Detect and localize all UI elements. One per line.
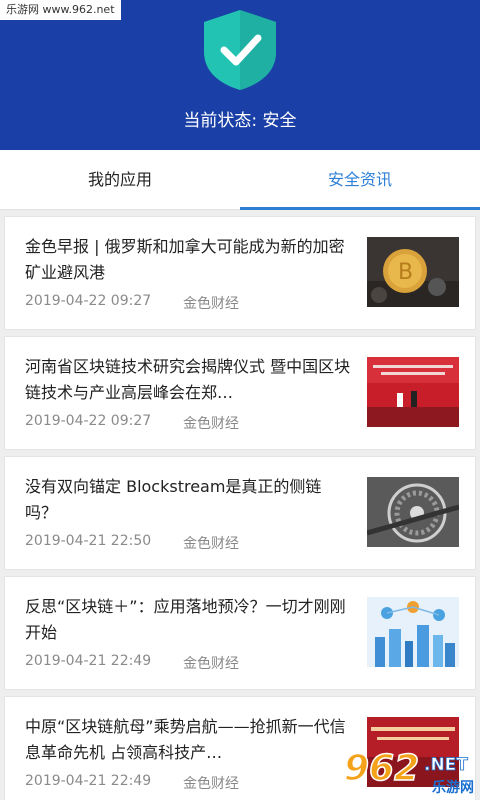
tab-security-news[interactable]: 安全资讯 (240, 150, 480, 210)
news-title: 没有双向锚定 Blockstream是真正的侧链吗？ (25, 477, 322, 522)
news-title: 反思“区块链＋”：应用落地预冷？一切才刚刚开始 (25, 597, 346, 642)
news-title: 金色早报 | 俄罗斯和加拿大可能成为新的加密矿业避风港 (25, 237, 345, 282)
news-date: 2019-04-22 09:27 (25, 293, 152, 309)
news-source: 金色财经 (183, 656, 239, 672)
svg-text:乐游网: 乐游网 (432, 779, 474, 796)
news-source: 金色财经 (183, 536, 239, 552)
news-item[interactable]: 金色早报 | 俄罗斯和加拿大可能成为新的加密矿业避风港 2019-04-22 0… (4, 216, 476, 330)
svg-text:.NET: .NET (424, 755, 468, 775)
app-header: 乐游网 www.962.net 当前状态: 安全 (0, 0, 480, 150)
bitcoin-coin-image: B (367, 237, 459, 307)
active-tab-indicator (240, 207, 480, 210)
news-source: 金色财经 (183, 416, 239, 432)
962-logo: 962 .NET 乐游网 (343, 747, 474, 796)
city-network-image (367, 597, 459, 667)
news-source: 金色财经 (183, 776, 239, 792)
tab-bar: 我的应用 安全资讯 (0, 150, 480, 210)
security-status: 当前状态: 安全 (183, 111, 297, 131)
bicycle-chain-image (367, 477, 459, 547)
conference-stage-image (367, 357, 459, 427)
news-item[interactable]: 反思“区块链＋”：应用落地预冷？一切才刚刚开始 2019-04-21 22:49… (4, 576, 476, 690)
svg-text:B: B (398, 260, 413, 285)
news-title: 中原“区块链航母”乘势启航——抢抓新一代信息革命先机 占领高科技产… (25, 717, 346, 762)
shield-check-icon (204, 10, 276, 90)
news-source: 金色财经 (183, 296, 239, 312)
news-item[interactable]: 河南省区块链技术研究会揭牌仪式 暨中国区块链技术与产业高层峰会在郑… 2019-… (4, 336, 476, 450)
tab-my-apps[interactable]: 我的应用 (0, 150, 240, 210)
svg-text:962: 962 (344, 748, 419, 789)
news-date: 2019-04-21 22:49 (25, 653, 152, 669)
news-date: 2019-04-21 22:49 (25, 773, 152, 789)
news-item[interactable]: 没有双向锚定 Blockstream是真正的侧链吗？ 2019-04-21 22… (4, 456, 476, 570)
news-date: 2019-04-21 22:50 (25, 533, 152, 549)
news-title: 河南省区块链技术研究会揭牌仪式 暨中国区块链技术与产业高层峰会在郑… (25, 357, 351, 402)
news-date: 2019-04-22 09:27 (25, 413, 152, 429)
site-watermark: 乐游网 www.962.net (0, 0, 121, 20)
